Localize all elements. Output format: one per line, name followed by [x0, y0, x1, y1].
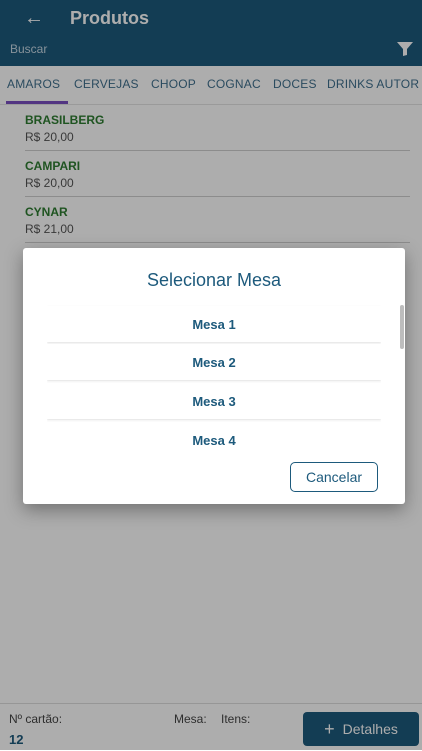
table-option-2[interactable]: Mesa 2 [47, 344, 381, 380]
app-root: ← Produtos AMAROS CERVEJAS CHOOP COGNAC … [0, 0, 422, 751]
cancel-button[interactable]: Cancelar [290, 462, 378, 492]
table-option-1[interactable]: Mesa 1 [47, 306, 381, 342]
table-options-list: Mesa 1 Mesa 2 Mesa 3 Mesa 4 [47, 305, 381, 455]
dialog-title: Selecionar Mesa [146, 270, 282, 290]
options-scrollbar[interactable] [400, 305, 404, 349]
table-option-3[interactable]: Mesa 3 [47, 383, 381, 419]
table-option-4[interactable]: Mesa 4 [47, 422, 381, 455]
